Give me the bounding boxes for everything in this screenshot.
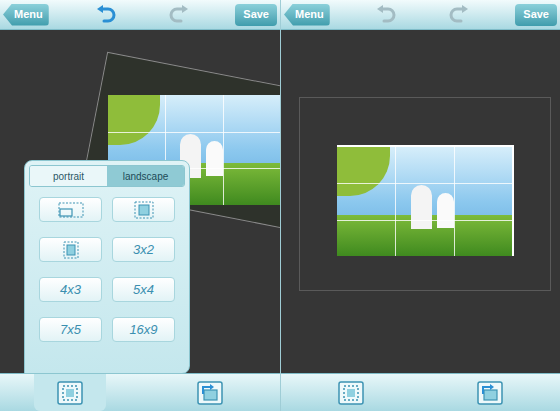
app: Menu Save portraitlandscape 3x2 4x3 5x4 7x5 16x… — [0, 0, 560, 411]
photo — [337, 147, 512, 256]
orientation-tabs: portraitlandscape — [29, 165, 185, 187]
crop-shape-icon — [56, 241, 86, 259]
bottom-bar — [0, 373, 280, 411]
save-button[interactable]: Save — [235, 4, 277, 26]
ratio-option[interactable] — [39, 237, 102, 262]
menu-button[interactable]: Menu — [3, 4, 49, 26]
crop-icon[interactable] — [57, 381, 83, 405]
ratio-option[interactable]: 4x3 — [39, 277, 102, 302]
rotate-button[interactable] — [477, 381, 503, 405]
toolbar: Menu Save — [281, 0, 560, 30]
undo-icon[interactable] — [375, 5, 397, 25]
crop-panel: portraitlandscape 3x2 4x3 5x4 7x5 16x9 — [24, 160, 190, 374]
phone-screen: Menu Save — [280, 0, 560, 411]
crop-button[interactable] — [315, 374, 387, 411]
phone-screen: Menu Save portraitlandscape 3x2 4x3 5x4 7x5 16x… — [0, 0, 280, 411]
orientation-tab[interactable]: portrait — [30, 166, 107, 186]
ratio-option[interactable] — [39, 197, 102, 222]
rotate-button[interactable] — [197, 381, 223, 405]
ratio-option[interactable]: 5x4 — [112, 277, 175, 302]
toolbar: Menu Save — [0, 0, 280, 30]
menu-button[interactable]: Menu — [284, 4, 330, 26]
ratio-option[interactable]: 7x5 — [39, 317, 102, 342]
ratio-option[interactable]: 16x9 — [112, 317, 175, 342]
bottom-bar — [281, 373, 560, 411]
ratio-option[interactable]: 3x2 — [112, 237, 175, 262]
canvas — [281, 30, 560, 373]
save-button[interactable]: Save — [515, 4, 557, 26]
undo-icon[interactable] — [95, 5, 117, 25]
crop-icon[interactable] — [338, 381, 364, 405]
redo-icon[interactable] — [168, 5, 190, 25]
orientation-tab[interactable]: landscape — [107, 166, 184, 186]
crop-shape-icon — [56, 201, 86, 219]
crop-window[interactable] — [337, 145, 514, 256]
rotate-icon[interactable] — [477, 381, 503, 405]
crop-button[interactable] — [34, 374, 106, 411]
crop-shape-icon — [129, 201, 159, 219]
ratio-option[interactable] — [112, 197, 175, 222]
redo-icon[interactable] — [448, 5, 470, 25]
rotate-icon[interactable] — [197, 381, 223, 405]
